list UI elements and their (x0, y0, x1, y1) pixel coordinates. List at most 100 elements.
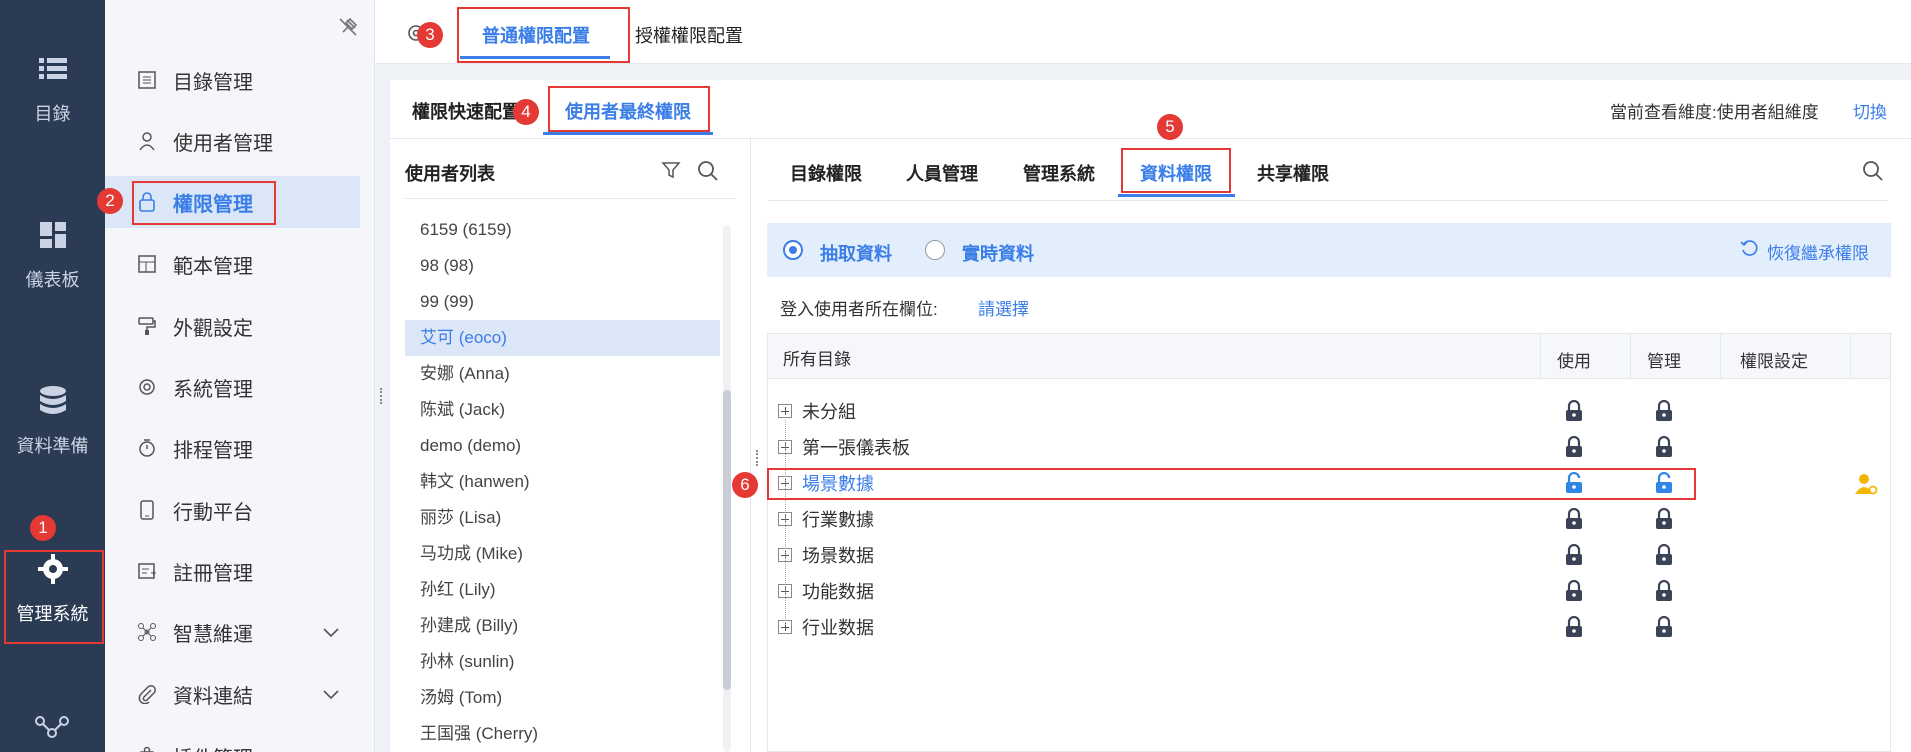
register-icon (135, 559, 159, 583)
lock-icon[interactable] (1565, 544, 1583, 566)
catalog-icon (135, 68, 159, 92)
table-row[interactable]: 场景数据 (768, 537, 1888, 573)
sidebar-item-mobile[interactable]: 行動平台 (105, 484, 360, 536)
rail-item-data-prep[interactable]: 資料準備 (0, 384, 105, 458)
list-item[interactable]: 98 (98) (405, 248, 720, 284)
lock-icon[interactable] (1655, 616, 1673, 638)
sidebar-item-label: 目錄管理 (173, 71, 253, 94)
tab-catalog-permissions[interactable]: 目錄權限 (790, 160, 862, 186)
lock-icon[interactable] (1655, 544, 1673, 566)
sidebar-item-system[interactable]: 系統管理 (105, 361, 360, 413)
sidebar-item-catalog[interactable]: 目錄管理 (105, 54, 360, 106)
table-row[interactable]: 功能数据 (768, 573, 1888, 609)
expand-icon[interactable] (778, 404, 792, 418)
list-item[interactable]: 99 (99) (405, 284, 720, 320)
lock-icon[interactable] (1655, 400, 1673, 422)
tab-management-system[interactable]: 管理系統 (1023, 160, 1095, 186)
radio-extract[interactable] (783, 240, 803, 260)
list-item[interactable]: 6159 (6159) (405, 212, 720, 248)
radio-realtime-label[interactable]: 實時資料 (962, 240, 1034, 266)
sidebar-item-label: 智慧維運 (173, 623, 253, 646)
unpin-icon[interactable] (337, 16, 359, 38)
sidebar-item-data-connection[interactable]: 資料連結 (105, 668, 360, 720)
search-icon[interactable] (697, 160, 719, 182)
col-divider (1540, 334, 1541, 379)
col-manage: 管理 (1647, 352, 1681, 371)
switch-link[interactable]: 切換 (1853, 98, 1887, 123)
sidebar-item-registration[interactable]: 註冊管理 (105, 545, 360, 597)
step-badge-4: 4 (513, 99, 539, 125)
list-item[interactable]: 孙红 (Lily) (405, 572, 720, 608)
table-header (768, 334, 1890, 379)
list-item-selected[interactable]: 艾可 (eoco) (405, 320, 720, 356)
search-icon[interactable] (1862, 160, 1884, 182)
lock-icon[interactable] (1565, 436, 1583, 458)
resize-handle[interactable] (380, 388, 384, 404)
lock-icon[interactable] (1655, 580, 1673, 602)
sidebar-item-label: 註冊管理 (173, 562, 253, 585)
sidebar-item-schedule[interactable]: 排程管理 (105, 422, 360, 474)
sidebar-item-templates[interactable]: 範本管理 (105, 238, 360, 290)
template-icon (135, 252, 159, 276)
filter-icon[interactable] (661, 160, 681, 180)
lock-icon[interactable] (1565, 616, 1583, 638)
restore-icon[interactable] (1740, 239, 1758, 257)
rail-label: 目錄 (34, 104, 71, 124)
radio-realtime[interactable] (925, 240, 945, 260)
dimension-text: 當前查看維度:使用者組維度 (1610, 103, 1819, 122)
list-item[interactable]: 韩文 (hanwen) (405, 464, 720, 500)
resize-handle[interactable] (756, 450, 760, 466)
list-item[interactable]: 孙建成 (Billy) (405, 608, 720, 644)
table-row[interactable]: 行業數據 (768, 501, 1888, 537)
rail-label: 資料準備 (16, 436, 89, 456)
lock-icon[interactable] (1655, 436, 1673, 458)
table-row[interactable]: 未分組 (768, 393, 1888, 429)
list-item[interactable]: 安娜 (Anna) (405, 356, 720, 392)
table-row[interactable]: 行业数据 (768, 609, 1888, 645)
sidebar-item-label: 使用者管理 (173, 132, 273, 155)
sidebar-item-appearance[interactable]: 外觀設定 (105, 300, 360, 352)
list-item[interactable]: 丽莎 (Lisa) (405, 500, 720, 536)
mobile-icon (135, 498, 159, 522)
row-label: 第一張儀表板 (802, 438, 910, 458)
list-item[interactable]: 马功成 (Mike) (405, 536, 720, 572)
row-label: 行業數據 (802, 510, 874, 530)
sidebar-item-plugins[interactable]: 插件管理 (105, 730, 360, 752)
lock-icon[interactable] (1565, 580, 1583, 602)
sidebar-item-label: 行動平台 (173, 501, 253, 524)
sidebar-item-label: 外觀設定 (173, 317, 253, 340)
list-item[interactable]: demo (demo) (405, 428, 720, 464)
rail-item-catalog[interactable]: 目錄 (0, 52, 105, 126)
sidebar-item-smart-ops[interactable]: 智慧維運 (105, 606, 360, 658)
rail-item-dashboard[interactable]: 儀表板 (0, 218, 105, 292)
network-icon[interactable] (34, 715, 70, 745)
rail-label: 儀表板 (25, 270, 80, 290)
list-item[interactable]: 汤姆 (Tom) (405, 680, 720, 716)
step-badge-3: 3 (417, 22, 443, 48)
list-item[interactable]: 陈斌 (Jack) (405, 392, 720, 428)
tab-authorized-permissions[interactable]: 授權權限配置 (635, 22, 743, 48)
radio-extract-label[interactable]: 抽取資料 (820, 240, 892, 266)
settings-icon (135, 375, 159, 399)
step-badge-6: 6 (732, 472, 758, 498)
active-ptab-underline (1118, 194, 1235, 197)
list-item[interactable]: 孙林 (sunlin) (405, 644, 720, 680)
col-use: 使用 (1557, 352, 1591, 371)
tab-quick-config[interactable]: 權限快速配置 (412, 98, 520, 124)
col-divider (1850, 334, 1851, 379)
scrollbar-thumb[interactable] (723, 390, 731, 690)
step-badge-2: 2 (97, 188, 123, 214)
lock-icon[interactable] (1565, 400, 1583, 422)
chevron-down-icon (323, 628, 339, 638)
tab-share-permissions[interactable]: 共享權限 (1257, 160, 1329, 186)
col-perm-settings: 權限設定 (1740, 352, 1808, 371)
lock-icon[interactable] (1565, 508, 1583, 530)
restore-inherit-button[interactable]: 恢復繼承權限 (1767, 239, 1869, 264)
list-item[interactable]: 王国强 (Cherry) (405, 716, 720, 752)
sidebar-item-users[interactable]: 使用者管理 (105, 115, 360, 167)
login-field-select[interactable]: 請選擇 (978, 295, 1029, 320)
user-settings-icon[interactable] (1854, 472, 1878, 496)
lock-icon[interactable] (1655, 508, 1673, 530)
tab-people-management[interactable]: 人員管理 (906, 160, 978, 186)
table-row[interactable]: 第一張儀表板 (768, 429, 1888, 465)
